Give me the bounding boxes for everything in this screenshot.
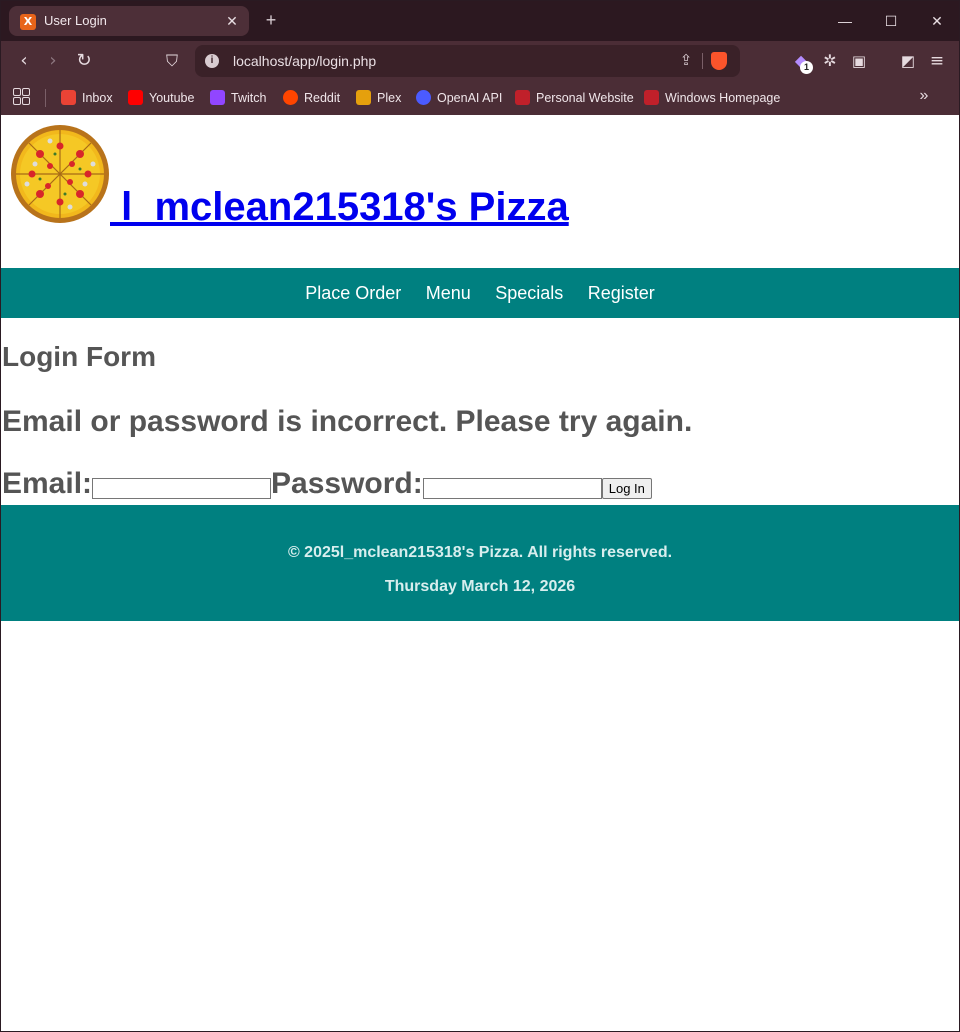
bookmark-label: OpenAI API — [437, 91, 503, 105]
bookmark-youtube[interactable]: Youtube — [128, 89, 194, 107]
reddit-icon — [283, 90, 298, 105]
brave-shields-icon[interactable] — [711, 52, 727, 70]
openai-icon — [416, 90, 431, 105]
footer-copyright: © 2025l_mclean215318's Pizza. All rights… — [287, 544, 673, 561]
bookmark-reddit[interactable]: Reddit — [283, 89, 340, 107]
address-bar[interactable]: i localhost/app/login.php ⇪ — [195, 45, 740, 77]
bookmark-label: Personal Website — [536, 91, 634, 105]
password-field[interactable] — [422, 478, 602, 499]
twitch-icon — [210, 90, 225, 105]
title-bar: X User Login ✕ + — ☐ ✕ — [1, 1, 959, 41]
bookmark-label: Inbox — [82, 91, 113, 105]
bookmark-label: Windows Homepage — [665, 91, 781, 105]
plex-icon — [356, 90, 371, 105]
nav-bar: Place Order Menu Specials Register — [1, 268, 959, 318]
more-bookmarks-icon[interactable]: » — [913, 85, 935, 107]
login-form: Email: Password: Log In — [2, 467, 652, 507]
bookmark-label: Twitch — [231, 91, 267, 105]
pizza-logo-icon — [11, 125, 109, 223]
email-field[interactable] — [92, 478, 272, 499]
address-divider — [702, 53, 703, 69]
bookmark-openai[interactable]: OpenAI API — [416, 89, 502, 107]
bookmark-label: Reddit — [304, 91, 341, 105]
login-form-heading: Login Form — [2, 341, 156, 372]
nav-specials[interactable]: Specials — [495, 268, 563, 318]
browser-window: X User Login ✕ + — ☐ ✕ ‹ › ↻ ⛉ i localho… — [0, 0, 960, 1032]
reload-icon[interactable]: ↻ — [70, 47, 98, 75]
footer: © 2025l_mclean215318's Pizza. All rights… — [1, 505, 959, 621]
footer-date: Thursday March 12, 2026 — [384, 578, 576, 595]
nav-register[interactable]: Register — [588, 268, 655, 318]
minimize-icon[interactable]: — — [825, 7, 865, 35]
extension-badge: 1 — [800, 61, 813, 74]
nav-menu[interactable]: Menu — [426, 268, 471, 318]
share-icon[interactable]: ⇪ — [675, 50, 697, 72]
nav-place-order[interactable]: Place Order — [305, 268, 401, 318]
bookmark-label: Youtube — [149, 91, 195, 105]
browser-toolbar: ‹ › ↻ ⛉ i localhost/app/login.php ⇪ ◆ ✲ … — [1, 41, 959, 81]
extensions-icon[interactable]: ✲ — [816, 47, 844, 75]
email-label: Email: — [2, 467, 93, 500]
website-icon — [644, 90, 659, 105]
website-icon — [515, 90, 530, 105]
close-tab-icon[interactable]: ✕ — [221, 10, 243, 32]
site-title-link[interactable]: l_mclean215318's Pizza — [110, 184, 569, 230]
browser-tab[interactable]: X User Login ✕ — [9, 6, 249, 36]
gmail-icon — [61, 90, 76, 105]
apps-icon[interactable] — [13, 88, 31, 106]
bookmark-personal-website[interactable]: Personal Website — [515, 89, 634, 107]
login-error-message: Email or password is incorrect. Please t… — [2, 405, 693, 438]
xampp-icon: X — [20, 14, 36, 30]
bookmark-twitch[interactable]: Twitch — [210, 89, 266, 107]
bookmarks-bar: Inbox Youtube Twitch Reddit Plex OpenAI … — [1, 81, 959, 115]
bookmark-inbox[interactable]: Inbox — [61, 89, 113, 107]
bookmark-label: Plex — [377, 91, 402, 105]
bookmark-icon[interactable]: ⛉ — [158, 47, 186, 75]
maximize-icon[interactable]: ☐ — [871, 7, 911, 35]
menu-icon[interactable]: ≡ — [923, 47, 951, 75]
back-icon[interactable]: ‹ — [10, 47, 38, 75]
bookmark-windows-homepage[interactable]: Windows Homepage — [644, 89, 780, 107]
bookmarks-divider — [45, 89, 46, 107]
tab-title: User Login — [44, 13, 107, 28]
leo-icon[interactable]: ◩ — [894, 47, 922, 75]
forward-icon[interactable]: › — [39, 47, 67, 75]
login-button[interactable]: Log In — [601, 478, 652, 499]
bookmark-plex[interactable]: Plex — [356, 89, 401, 107]
tab-search-icon[interactable]: ▣ — [845, 47, 873, 75]
window-close-icon[interactable]: ✕ — [917, 7, 957, 35]
url-text[interactable]: localhost/app/login.php — [233, 53, 376, 69]
youtube-icon — [128, 90, 143, 105]
password-label: Password: — [271, 467, 423, 500]
site-info-icon[interactable]: i — [205, 54, 219, 68]
web-page: l_mclean215318's Pizza Place Order Menu … — [1, 116, 959, 1031]
new-tab-icon[interactable]: + — [260, 9, 282, 31]
